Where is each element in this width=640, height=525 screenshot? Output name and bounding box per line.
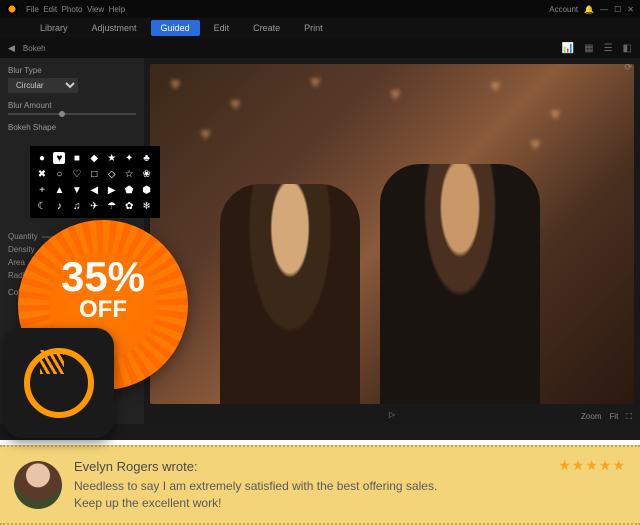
shape-square-outline-icon[interactable]: □ — [88, 168, 100, 180]
app-logo-icon — [6, 3, 18, 15]
shape-umbrella-icon[interactable]: ☂ — [106, 200, 118, 212]
testimonial-author: Evelyn Rogers wrote: — [74, 459, 546, 474]
rating-stars: ★★★★★ — [558, 457, 626, 474]
compare-icon[interactable]: ◧ — [623, 43, 632, 54]
zoom-label[interactable]: Zoom — [581, 412, 601, 422]
refresh-icon[interactable]: ⟳ — [624, 62, 632, 72]
menu-photo[interactable]: Photo — [62, 5, 83, 14]
testimonial: Evelyn Rogers wrote: Needless to say I a… — [0, 445, 640, 525]
bell-icon[interactable]: 🔔 — [584, 5, 594, 14]
shape-sparkle-icon[interactable]: ✦ — [123, 152, 135, 164]
shape-diamond-icon[interactable]: ◆ — [88, 152, 100, 164]
eye-logo-icon — [24, 348, 94, 418]
discount-off: OFF — [18, 298, 188, 322]
shape-plus-icon[interactable]: + — [36, 184, 48, 196]
shape-triangle-up-icon[interactable]: ▲ — [53, 184, 65, 196]
tab-print[interactable]: Print — [294, 20, 333, 36]
shape-triangle-right-icon[interactable]: ▶ — [106, 184, 118, 196]
menu-help[interactable]: Help — [109, 5, 125, 14]
shape-hexagon-icon[interactable]: ⬢ — [141, 184, 153, 196]
blur-type-label: Blur Type — [8, 66, 136, 75]
maximize-icon[interactable]: ☐ — [614, 5, 621, 14]
shape-circle-outline-icon[interactable]: ○ — [53, 168, 65, 180]
menu-view[interactable]: View — [87, 5, 104, 14]
tab-guided[interactable]: Guided — [151, 20, 200, 36]
shape-note-icon[interactable]: ♪ — [53, 200, 65, 212]
shape-triangle-down-icon[interactable]: ▼ — [71, 184, 83, 196]
shape-diamond-outline-icon[interactable]: ◇ — [106, 168, 118, 180]
discount-percent: 35% — [18, 256, 188, 298]
shape-notes-icon[interactable]: ♫ — [71, 200, 83, 212]
shape-club-icon[interactable]: ♣ — [141, 152, 153, 164]
blur-amount-slider[interactable] — [8, 113, 136, 115]
account-label[interactable]: Account — [549, 5, 578, 14]
fit-label[interactable]: Fit — [610, 412, 619, 422]
play-icon[interactable]: ▷ — [389, 410, 395, 419]
close-icon[interactable]: ✕ — [627, 5, 634, 14]
testimonial-line1: Needless to say I am extremely satisfied… — [74, 479, 437, 493]
bokeh-shape-label: Bokeh Shape — [8, 123, 136, 132]
canvas-statusbar: ▷ — [144, 404, 640, 424]
blur-amount-label: Blur Amount — [8, 101, 136, 110]
canvas-area: ▷ Zoom Fit ⛶ ⟳ — [144, 58, 640, 424]
shape-heart-outline-icon[interactable]: ♡ — [71, 168, 83, 180]
toolbar: ◀ Bokeh 📊 ▦ ☰ ◧ — [0, 38, 640, 58]
tab-create[interactable]: Create — [243, 20, 290, 36]
tab-edit[interactable]: Edit — [204, 20, 240, 36]
shape-snowflake-icon[interactable]: ❄ — [141, 200, 153, 212]
shape-picker: ● ♥ ■ ◆ ★ ✦ ♣ ✖ ○ ♡ □ ◇ ☆ ❀ + ▲ ▼ ◀ ▶ ⬟ — [30, 146, 160, 218]
menu-edit[interactable]: Edit — [43, 5, 57, 14]
tab-library[interactable]: Library — [30, 20, 78, 36]
product-icon — [4, 328, 114, 438]
list-view-icon[interactable]: ☰ — [604, 43, 613, 54]
preview-image[interactable] — [150, 64, 634, 404]
shape-heart-icon[interactable]: ♥ — [53, 152, 65, 164]
shape-flower-icon[interactable]: ❀ — [141, 168, 153, 180]
shape-plane-icon[interactable]: ✈ — [88, 200, 100, 212]
tab-adjustment[interactable]: Adjustment — [82, 20, 147, 36]
shape-square-icon[interactable]: ■ — [71, 152, 83, 164]
back-icon[interactable]: ◀ — [8, 43, 15, 54]
blur-type-select[interactable]: Circular — [8, 78, 78, 93]
shape-star-outline-icon[interactable]: ☆ — [123, 168, 135, 180]
shape-moon-icon[interactable]: ☾ — [36, 200, 48, 212]
mode-tabs: Library Adjustment Guided Edit Create Pr… — [0, 18, 640, 38]
avatar — [14, 461, 62, 509]
titlebar: File Edit Photo View Help Account 🔔 — ☐ … — [0, 0, 640, 18]
shape-triangle-left-icon[interactable]: ◀ — [88, 184, 100, 196]
grid-view-icon[interactable]: ▦ — [584, 43, 593, 54]
testimonial-line2: Keep up the excellent work! — [74, 496, 221, 510]
shape-circle-icon[interactable]: ● — [36, 152, 48, 164]
menu-file[interactable]: File — [26, 5, 39, 14]
minimize-icon[interactable]: — — [600, 5, 608, 14]
section-label: Bokeh — [23, 44, 46, 53]
shape-blossom-icon[interactable]: ✿ — [123, 200, 135, 212]
shape-pentagon-icon[interactable]: ⬟ — [123, 184, 135, 196]
shape-star-icon[interactable]: ★ — [106, 152, 118, 164]
fullscreen-icon[interactable]: ⛶ — [626, 412, 632, 422]
histogram-icon[interactable]: 📊 — [562, 43, 574, 54]
shape-x-icon[interactable]: ✖ — [36, 168, 48, 180]
